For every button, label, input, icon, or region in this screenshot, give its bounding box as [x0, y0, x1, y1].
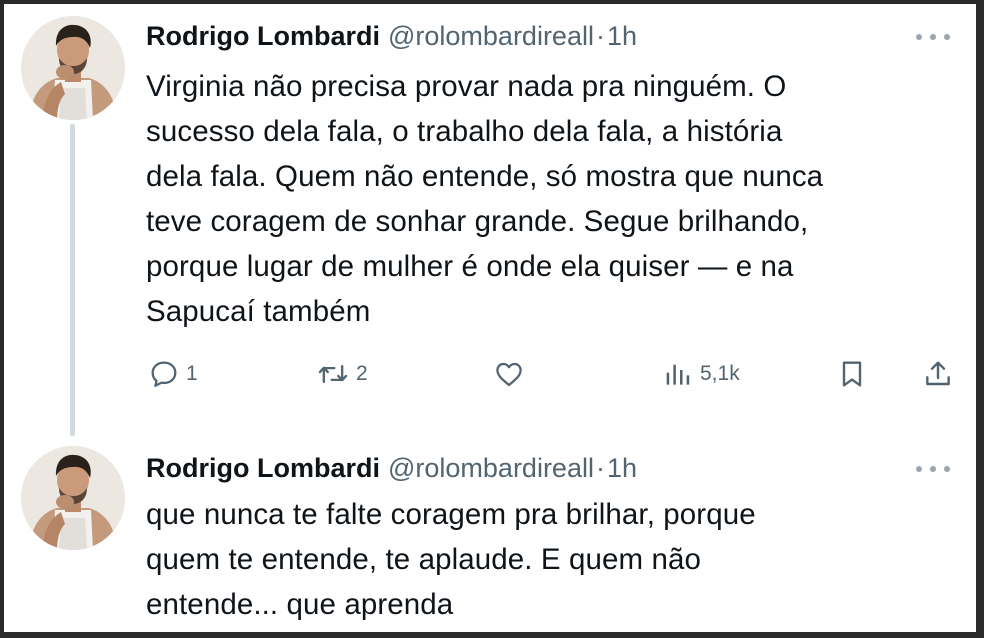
tweet-header: Rodrigo Lombardi @rolombardireall·1h — [146, 448, 637, 488]
reply-icon — [151, 361, 177, 387]
tweet-text-line: Virginia não precisa provar nada pra nin… — [146, 70, 787, 103]
tweet-actions: 1 2 5,1k — [146, 354, 968, 394]
views-chart-icon — [666, 364, 690, 385]
avatar[interactable] — [21, 446, 125, 550]
tweet-text-line: que nunca te falte coragem pra brilhar, … — [146, 498, 756, 531]
author-handle[interactable]: @rolombardireall — [388, 21, 594, 51]
tweet-header: Rodrigo Lombardi @rolombardireall·1h — [146, 16, 637, 56]
author-name[interactable]: Rodrigo Lombardi — [146, 21, 380, 51]
timestamp[interactable]: 1h — [607, 21, 637, 51]
tweet-text-line: Sapucaí também — [146, 295, 371, 328]
retweet-button[interactable]: 2 — [316, 354, 368, 394]
timestamp[interactable]: 1h — [607, 453, 637, 483]
views-count: 5,1k — [700, 362, 740, 385]
tweet-text: que nunca te falte coragem pra brilhar, … — [146, 492, 961, 627]
tweet-text-line: sucesso dela fala, o trabalho dela fala,… — [146, 115, 783, 148]
bookmark-button[interactable] — [836, 354, 868, 394]
thread-line — [70, 124, 75, 436]
heart-icon — [496, 362, 522, 387]
separator-dot: · — [595, 21, 605, 51]
retweet-count: 2 — [356, 362, 368, 385]
avatar-photo — [21, 446, 125, 550]
author-name[interactable]: Rodrigo Lombardi — [146, 453, 380, 483]
reply-count: 1 — [186, 362, 198, 385]
tweet[interactable]: Rodrigo Lombardi @rolombardireall·1h que … — [4, 440, 976, 632]
retweet-icon — [318, 364, 348, 384]
bookmark-icon — [842, 361, 862, 387]
tweet-text-line: dela fala. Quem não entende, só mostra q… — [146, 160, 824, 193]
tweet-text-line: porque lugar de mulher é onde ela quiser… — [146, 250, 794, 283]
views-button[interactable]: 5,1k — [662, 354, 740, 394]
tweet-text: Virginia não precisa provar nada pra nin… — [146, 64, 961, 334]
tweet[interactable]: Rodrigo Lombardi @rolombardireall·1h Virg… — [4, 4, 976, 440]
more-options-icon[interactable] — [916, 464, 950, 474]
tweet-text-line: entende... que aprenda — [146, 588, 454, 621]
tweet-text-line: quem te entende, te aplaude. E quem não — [146, 543, 701, 576]
share-button[interactable] — [922, 354, 954, 394]
author-handle[interactable]: @rolombardireall — [388, 453, 594, 483]
reply-button[interactable]: 1 — [148, 354, 198, 394]
separator-dot: · — [595, 453, 605, 483]
more-options-icon[interactable] — [916, 32, 950, 42]
share-icon — [926, 361, 950, 386]
like-button[interactable] — [492, 354, 526, 394]
avatar[interactable] — [21, 16, 125, 120]
timeline: Rodrigo Lombardi @rolombardireall·1h Virg… — [4, 4, 976, 632]
tweet-text-line: teve coragem de sonhar grande. Segue bri… — [146, 205, 809, 238]
avatar-photo — [21, 16, 125, 120]
